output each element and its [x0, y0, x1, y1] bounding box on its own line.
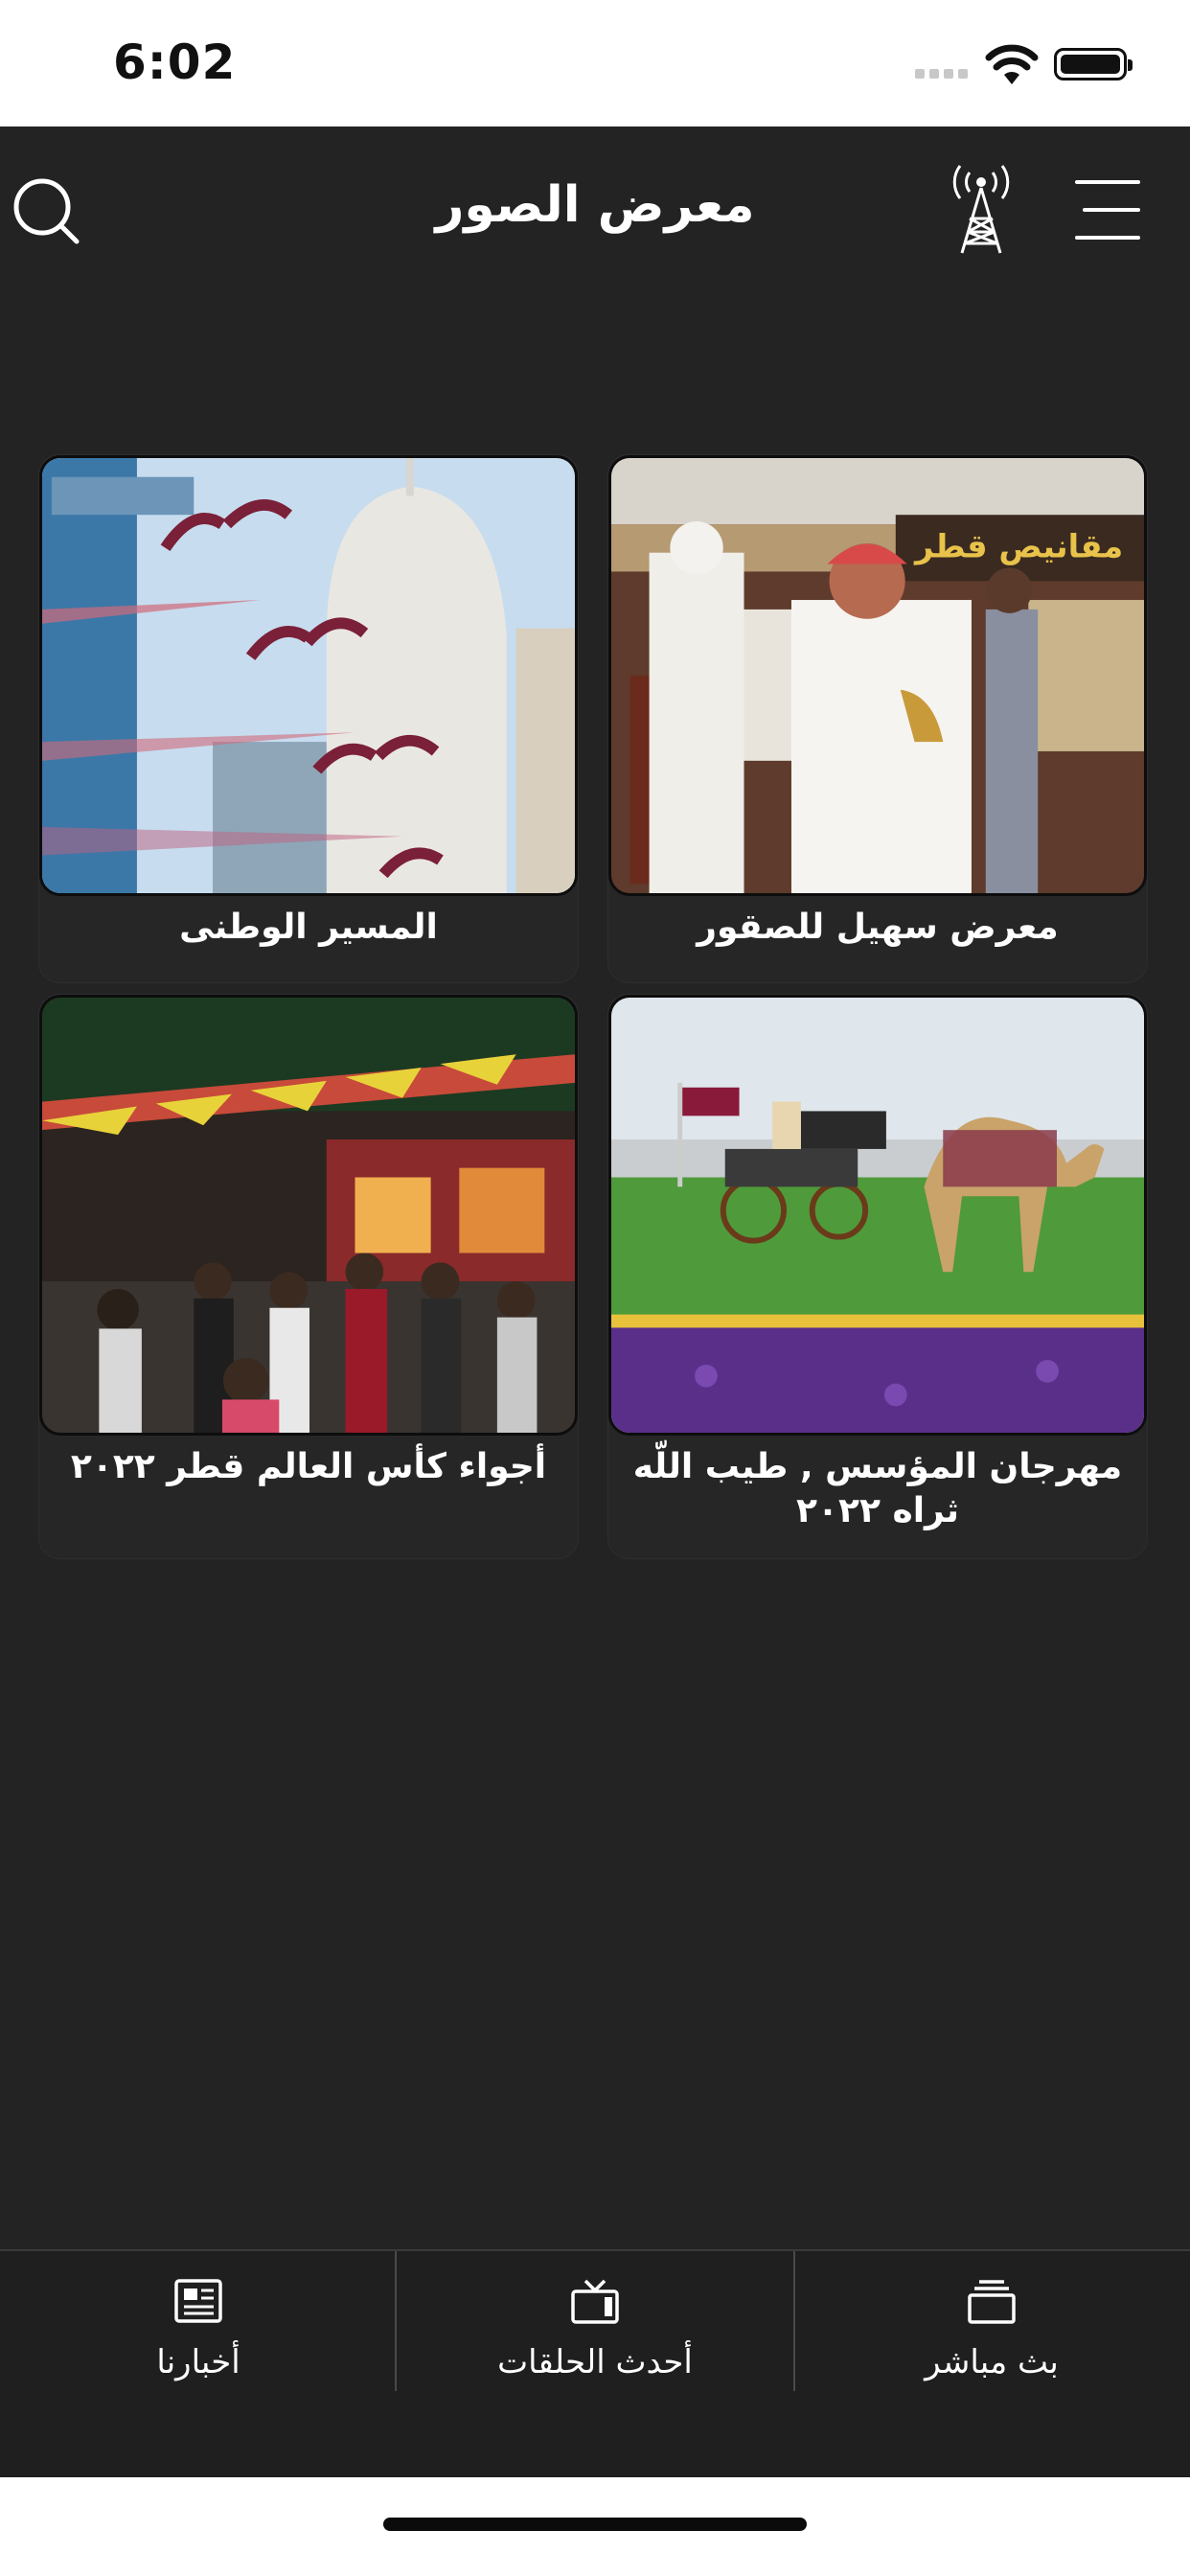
gallery-image-national-parade [39, 455, 578, 896]
battery-icon [1054, 48, 1133, 80]
stack-icon [968, 2280, 1016, 2324]
wifi-icon [985, 44, 1039, 84]
app-screen: معرض الصور مقانيص قطر معرض سهيل للصقور ا… [0, 126, 1190, 2479]
tv-icon [571, 2279, 619, 2324]
tab-live-broadcast[interactable]: بث مباشر [793, 2251, 1190, 2395]
gallery-card-title: مهرجان المؤسس , طيب اللّه ثراه ٢٠٢٢ [632, 1447, 1123, 1530]
cellular-signal-icon [915, 69, 968, 79]
broadcast-tower-icon[interactable] [949, 163, 1014, 255]
tab-label: بث مباشر [925, 2343, 1059, 2381]
gallery-card[interactable]: المسير الوطنى [38, 454, 579, 983]
gallery-card-title: أجواء كأس العالم قطر ٢٠٢٢ [70, 1447, 547, 1486]
gallery-image-camel-festival [608, 995, 1147, 1436]
gallery-image-falcon-exhibition: مقانيص قطر [608, 455, 1147, 896]
svg-text:مقانيص قطر: مقانيص قطر [913, 528, 1123, 566]
tab-latest-episodes[interactable]: أحدث الحلقات [397, 2251, 793, 2395]
top-bar: معرض الصور [0, 126, 1190, 299]
tab-label: أخبارنا [156, 2343, 240, 2381]
tab-label: أحدث الحلقات [497, 2343, 693, 2381]
gallery-image-world-cup-atmosphere [39, 995, 578, 1436]
menu-icon[interactable] [1073, 176, 1142, 243]
home-indicator-area [0, 2477, 1190, 2576]
status-bar: 6:02 [0, 0, 1190, 126]
tab-our-news[interactable]: أخبارنا [0, 2251, 397, 2395]
gallery-card[interactable]: أجواء كأس العالم قطر ٢٠٢٢ [38, 994, 579, 1559]
bottom-tab-bar: بث مباشر أحدث الحلقات أخبارنا [0, 2249, 1190, 2479]
status-time: 6:02 [113, 34, 237, 90]
tab-divider [793, 2251, 795, 2391]
gallery-card-title: المسير الوطنى [179, 908, 438, 947]
newspaper-icon [174, 2279, 222, 2323]
gallery-card-title: معرض سهيل للصقور [697, 908, 1059, 947]
gallery-card[interactable]: مهرجان المؤسس , طيب اللّه ثراه ٢٠٢٢ [607, 994, 1148, 1559]
gallery-card[interactable]: مقانيص قطر معرض سهيل للصقور [607, 454, 1148, 983]
home-indicator[interactable] [383, 2518, 807, 2531]
